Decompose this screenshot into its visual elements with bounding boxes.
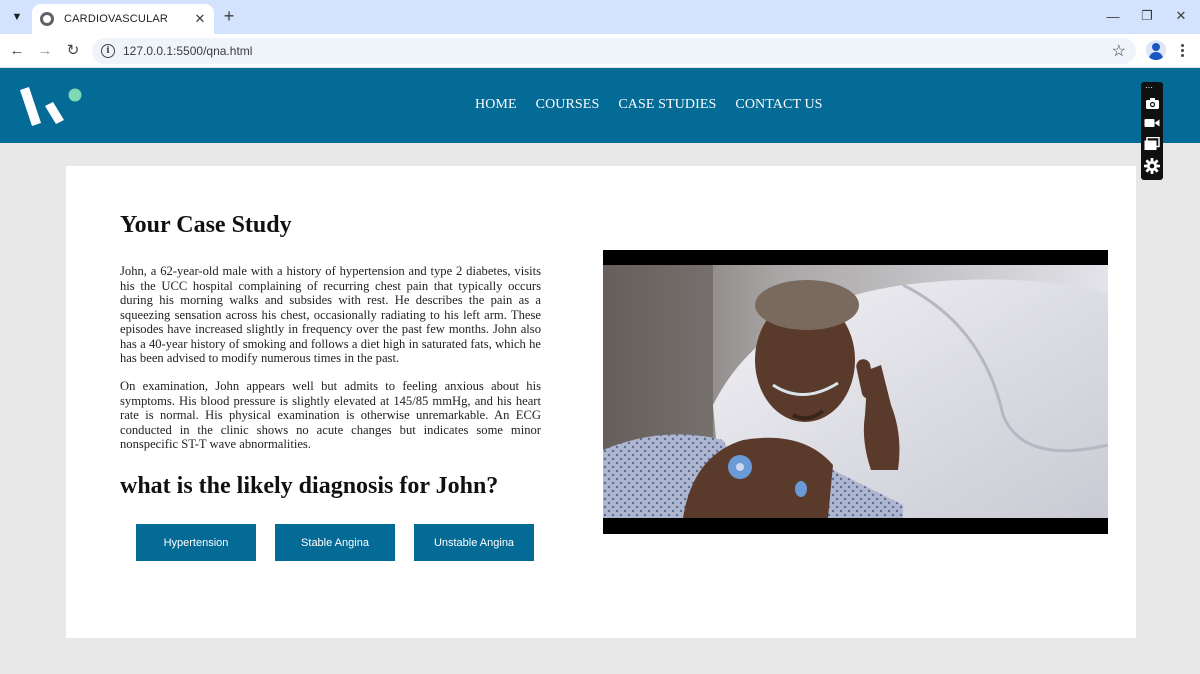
tab-search-icon[interactable]: ▼ [6,6,28,28]
video-camera-icon[interactable] [1144,115,1160,131]
answer-stable-angina-button[interactable]: Stable Angina [275,524,395,561]
camera-icon[interactable] [1144,95,1160,111]
new-tab-icon[interactable]: + [220,6,238,26]
answer-unstable-angina-button[interactable]: Unstable Angina [414,524,534,561]
browser-tab-bar: ▼ CARDIOVASCULAR ✕ + — ❐ ✕ [0,0,1200,34]
reload-icon[interactable]: ↻ [62,39,84,61]
site-header: HOME COURSES CASE STUDIES CONTACT US [0,68,1200,143]
menu-kebab-icon[interactable] [1176,40,1188,60]
site-logo[interactable] [18,86,88,128]
tab-title: CARDIOVASCULAR [64,13,169,25]
nav-case-studies[interactable]: CASE STUDIES [618,97,716,113]
minimize-icon[interactable]: — [1103,6,1123,26]
case-study-card: Your Case Study John, a 62-year-old male… [66,166,1136,638]
nav-courses[interactable]: COURSES [536,97,600,113]
bookmark-star-icon[interactable]: ☆ [1112,41,1126,61]
profile-icon[interactable] [1146,40,1166,60]
close-icon[interactable]: ✕ [192,11,208,27]
address-bar[interactable]: i 127.0.0.1:5500/qna.html ☆ [92,38,1136,64]
case-paragraph-examination: On examination, John appears well but ad… [120,379,541,451]
nav-home[interactable]: HOME [475,97,517,113]
diagnosis-question: what is the likely diagnosis for John? [120,473,499,499]
forward-icon[interactable]: → [34,39,56,61]
browser-tab[interactable]: CARDIOVASCULAR ✕ [32,4,214,34]
window-close-icon[interactable]: ✕ [1171,6,1191,26]
settings-gear-icon[interactable] [1144,158,1160,174]
url-text[interactable]: 127.0.0.1:5500/qna.html [123,44,252,58]
window-capture-icon[interactable] [1144,136,1160,152]
capture-toolbar: ⋯ [1141,82,1163,180]
case-study-title: Your Case Study [120,212,292,238]
nav-contact-us[interactable]: CONTACT US [735,97,822,113]
case-paragraph-history: John, a 62-year-old male with a history … [120,264,541,365]
main-nav: HOME COURSES CASE STUDIES CONTACT US [475,97,823,113]
restore-icon[interactable]: ❐ [1137,6,1157,26]
case-video[interactable] [603,250,1108,534]
patient-video-still [603,265,1108,518]
drag-handle-icon[interactable]: ⋯ [1145,84,1153,92]
answer-hypertension-button[interactable]: Hypertension [136,524,256,561]
browser-toolbar: ← → ↻ i 127.0.0.1:5500/qna.html ☆ [0,34,1200,68]
back-icon[interactable]: ← [6,39,28,61]
globe-favicon-icon [40,12,54,26]
site-info-icon[interactable]: i [101,44,115,58]
